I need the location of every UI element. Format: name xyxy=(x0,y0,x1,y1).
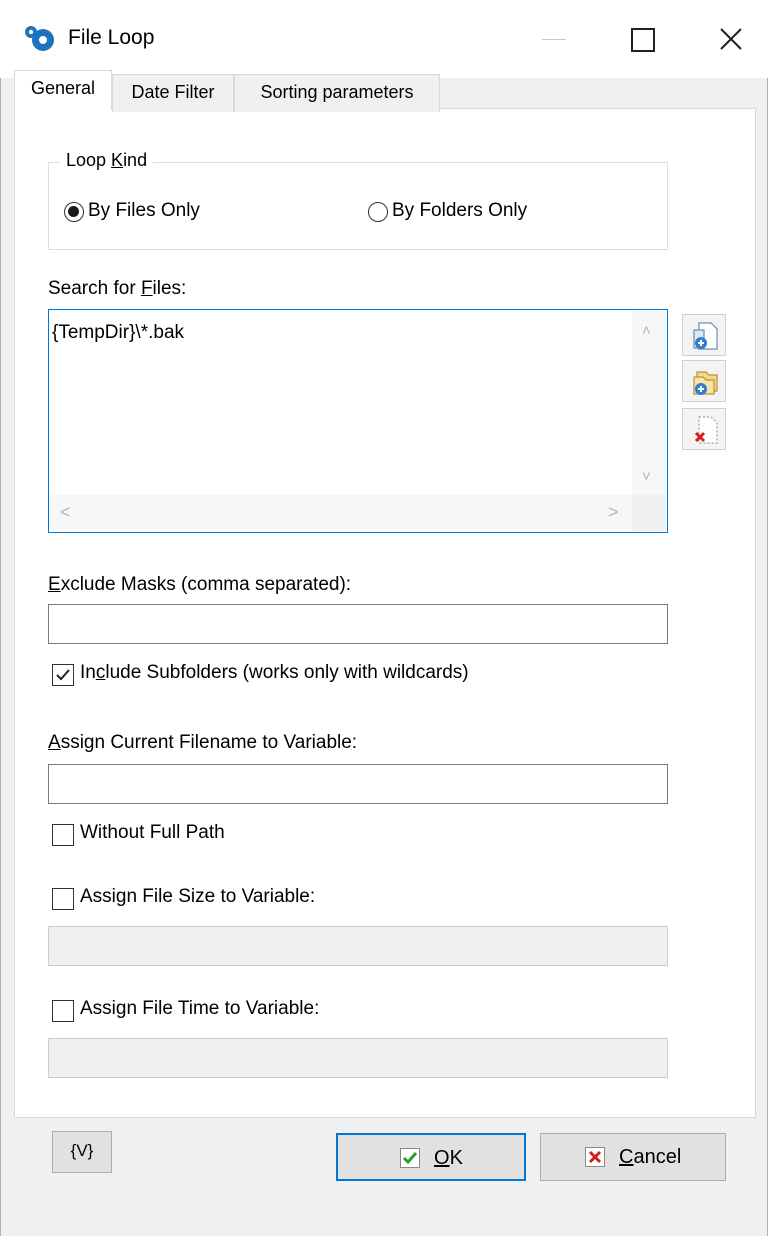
include-subfolders-checkbox[interactable] xyxy=(52,664,74,686)
without-full-path-label[interactable]: Without Full Path xyxy=(80,822,225,844)
label-text-rest: lude Subfolders (works only with wildcar… xyxy=(105,662,469,683)
assign-file-size-label[interactable]: Assign File Size to Variable: xyxy=(80,886,315,908)
tab-sorting-parameters[interactable]: Sorting parameters xyxy=(234,74,440,112)
cancel-label: Cancel xyxy=(619,1146,681,1169)
scroll-up-icon[interactable]: ˄ xyxy=(642,323,651,338)
legend-accel: K xyxy=(111,150,124,170)
legend-text: Loop xyxy=(66,150,112,170)
ok-check-icon xyxy=(400,1148,420,1168)
add-file-icon xyxy=(693,322,718,350)
label-text: K xyxy=(449,1147,463,1169)
tab-general[interactable]: General xyxy=(14,70,112,110)
label-text: Search for xyxy=(48,278,141,299)
label-accel: F xyxy=(140,278,153,299)
loop-kind-legend: Loop Kind xyxy=(60,150,154,171)
remove-item-button[interactable] xyxy=(682,408,726,450)
assign-file-time-label[interactable]: Assign File Time to Variable: xyxy=(80,998,319,1020)
close-icon xyxy=(720,28,742,50)
add-folder-icon xyxy=(693,371,718,395)
cancel-button[interactable]: Cancel xyxy=(540,1133,726,1181)
assign-file-time-checkbox[interactable] xyxy=(52,1000,74,1022)
scroll-down-icon[interactable]: ˅ xyxy=(642,469,651,484)
label-accel: A xyxy=(48,732,61,753)
app-icon xyxy=(22,22,56,56)
without-full-path-checkbox[interactable] xyxy=(52,824,74,846)
variables-button[interactable]: {V} xyxy=(52,1131,112,1173)
close-button[interactable] xyxy=(700,16,762,62)
add-file-button[interactable] xyxy=(682,314,726,356)
exclude-masks-label: Exclude Masks (comma separated): xyxy=(48,574,351,596)
by-files-only-radio[interactable] xyxy=(64,202,84,222)
by-files-only-label[interactable]: By Files Only xyxy=(88,200,200,222)
by-folders-only-label[interactable]: By Folders Only xyxy=(392,200,527,222)
assign-filename-input[interactable] xyxy=(48,764,668,804)
delete-file-icon xyxy=(694,416,718,444)
label-accel: E xyxy=(48,574,61,595)
scroll-left-icon[interactable]: < xyxy=(60,503,71,521)
tab-date-filter[interactable]: Date Filter xyxy=(112,74,234,112)
include-subfolders-label[interactable]: Include Subfolders (works only with wild… xyxy=(80,662,469,684)
by-folders-only-radio[interactable] xyxy=(368,202,388,222)
minimize-button[interactable] xyxy=(520,16,590,62)
label-accel: C xyxy=(619,1146,634,1168)
scroll-corner xyxy=(632,495,666,531)
label-accel: c xyxy=(95,662,106,683)
search-files-value[interactable]: {TempDir}\*.bak xyxy=(52,322,184,344)
label-text: In xyxy=(80,662,96,683)
assign-file-size-checkbox[interactable] xyxy=(52,888,74,910)
label-text: xclude Masks (comma separated): xyxy=(60,574,352,595)
assign-file-time-input[interactable] xyxy=(48,1038,668,1078)
window-title: File Loop xyxy=(68,26,155,49)
label-text: ancel xyxy=(633,1146,682,1168)
label-text-rest: iles: xyxy=(152,278,187,299)
assign-file-size-input[interactable] xyxy=(48,926,668,966)
cancel-x-icon xyxy=(585,1147,605,1167)
ok-button[interactable]: OK xyxy=(336,1133,526,1181)
maximize-button[interactable] xyxy=(610,16,670,62)
ok-label: OK xyxy=(434,1147,463,1170)
scroll-right-icon[interactable]: > xyxy=(608,503,619,521)
add-folder-button[interactable] xyxy=(682,360,726,402)
search-files-label: Search for Files: xyxy=(48,278,186,300)
checkmark-icon xyxy=(56,669,70,681)
vertical-scrollbar[interactable]: ˄ ˅ xyxy=(632,311,666,495)
horizontal-scrollbar[interactable]: < > xyxy=(50,495,632,529)
legend-text-rest: ind xyxy=(123,150,148,170)
label-text: ssign Current Filename to Variable: xyxy=(60,732,358,753)
exclude-masks-input[interactable] xyxy=(48,604,668,644)
label-accel: O xyxy=(434,1147,450,1169)
assign-filename-label: Assign Current Filename to Variable: xyxy=(48,732,357,754)
